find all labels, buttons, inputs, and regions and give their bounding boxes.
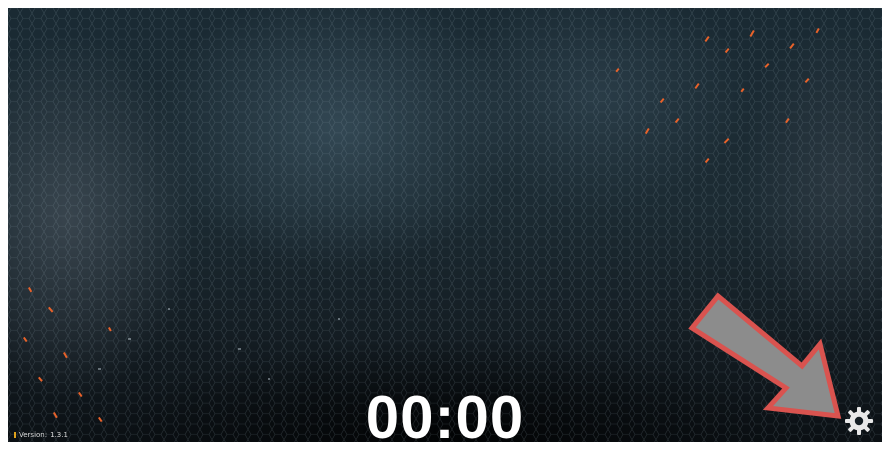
version-number: 1.3.1 [50, 431, 68, 439]
pointer-arrow [688, 292, 842, 419]
game-screen: 00:00 Version: 1.3.1 [8, 8, 882, 442]
gear-icon[interactable] [844, 406, 874, 436]
version-marker [14, 432, 16, 438]
version-label: Version: [19, 431, 48, 439]
version-info: Version: 1.3.1 [14, 431, 68, 439]
